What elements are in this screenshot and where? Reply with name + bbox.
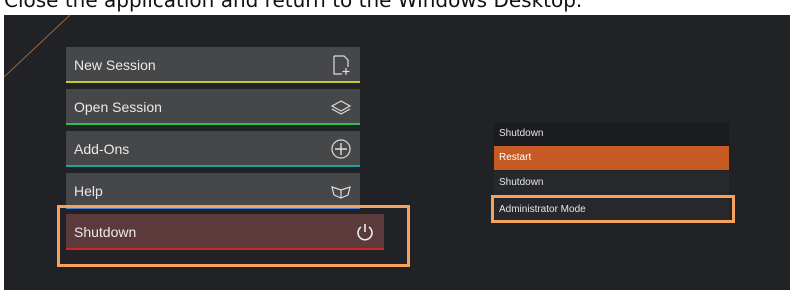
open-session-button[interactable]: Open Session [66,89,360,125]
administrator-mode-highlight [491,195,735,223]
book-icon [331,186,351,199]
open-session-accent [66,123,360,125]
dropdown-item-shutdown[interactable]: Shutdown [494,171,729,195]
help-button[interactable]: Help [66,173,360,209]
new-session-button[interactable]: New Session [66,47,360,83]
dropdown-header: Shutdown [494,122,729,146]
add-ons-accent [66,165,360,167]
new-session-accent [66,81,360,83]
add-ons-label: Add-Ons [74,141,130,157]
plus-circle-icon [331,139,351,159]
app-screen: New Session Open Session Add-Ons Help Sh… [4,15,790,290]
add-ons-button[interactable]: Add-Ons [66,131,360,167]
dropdown-item-restart[interactable]: Restart [494,146,729,170]
new-session-label: New Session [74,57,156,73]
open-session-label: Open Session [74,99,162,115]
new-document-icon [333,55,350,75]
instruction-caption: Close the application and return to the … [4,0,583,12]
layers-icon [330,100,352,115]
shutdown-highlight [57,205,410,267]
help-label: Help [74,183,103,199]
